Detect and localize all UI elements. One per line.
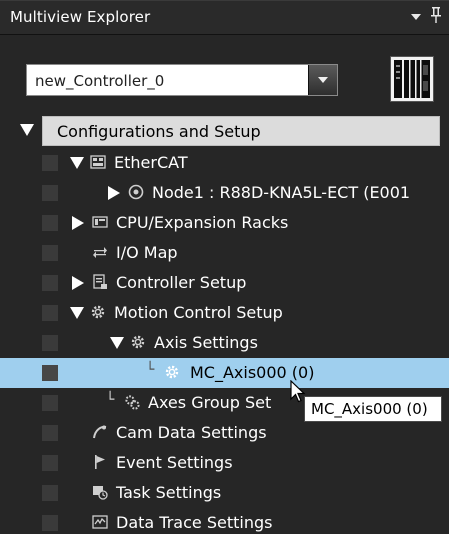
- tree-item-data-trace-settings[interactable]: Data Trace Settings: [0, 508, 449, 534]
- expand-arrow-icon[interactable]: [70, 307, 84, 319]
- tree-item-label: I/O Map: [116, 243, 178, 262]
- row-marker: [42, 215, 58, 231]
- expand-arrow-icon[interactable]: [20, 124, 34, 136]
- row-marker: [42, 335, 58, 351]
- expand-arrow-icon[interactable]: [70, 157, 84, 169]
- row-marker: [42, 455, 58, 471]
- row-marker: [42, 515, 58, 531]
- row-marker: [42, 305, 58, 321]
- tree-item-label: Event Settings: [116, 453, 233, 472]
- tree-item-label: Controller Setup: [116, 273, 247, 292]
- tree-item-motion-control-setup[interactable]: Motion Control Setup: [0, 298, 449, 328]
- dropdown-arrow-icon[interactable]: [411, 14, 421, 20]
- tree-root-configurations[interactable]: Configurations and Setup: [20, 116, 440, 146]
- combobox-dropdown-button[interactable]: [308, 65, 337, 95]
- tree-connector: └: [146, 362, 155, 378]
- tree-item-label: CPU/Expansion Racks: [116, 213, 289, 232]
- row-marker: [42, 155, 58, 171]
- row-marker: [42, 185, 58, 201]
- tree-item-task-settings[interactable]: Task Settings: [0, 478, 449, 508]
- axis-item-icon: [164, 364, 180, 380]
- tree-item-event-settings[interactable]: Event Settings: [0, 448, 449, 478]
- tooltip: MC_Axis000 (0): [304, 396, 442, 422]
- tree-root-header[interactable]: Configurations and Setup: [42, 116, 440, 146]
- axis-gear-icon: [130, 334, 146, 350]
- cam-icon: [92, 424, 108, 440]
- ethercat-icon: [90, 154, 106, 170]
- pin-icon[interactable]: [431, 7, 441, 23]
- row-marker: [42, 395, 58, 411]
- collapse-arrow-icon[interactable]: [108, 186, 120, 200]
- controller-combobox[interactable]: new_Controller_0: [26, 64, 338, 96]
- chevron-down-icon: [318, 77, 328, 83]
- axes-group-icon: [124, 394, 140, 410]
- row-marker: [42, 485, 58, 501]
- row-marker: [42, 275, 58, 291]
- tree-item-mc-axis000[interactable]: └ MC_Axis000 (0): [0, 358, 449, 388]
- controller-selector-row: new_Controller_0: [0, 34, 449, 104]
- controller-device-icon[interactable]: [390, 56, 434, 102]
- tree-item-axis-settings[interactable]: Axis Settings: [0, 328, 449, 358]
- motion-gear-icon: [90, 304, 106, 320]
- panel-title: Multiview Explorer: [10, 8, 151, 26]
- tooltip-text: MC_Axis000 (0): [311, 400, 428, 418]
- tree-item-cam-data-settings[interactable]: Cam Data Settings: [0, 418, 449, 448]
- flag-icon: [92, 454, 108, 470]
- tree-root-label: Configurations and Setup: [57, 122, 261, 141]
- tree-item-cpu-expansion-racks[interactable]: CPU/Expansion Racks: [0, 208, 449, 238]
- collapse-arrow-icon[interactable]: [72, 216, 84, 230]
- tree-item-label: Axis Settings: [154, 333, 258, 352]
- tree-item-label: Cam Data Settings: [116, 423, 267, 442]
- expand-arrow-icon[interactable]: [110, 337, 124, 349]
- tree-item-node1[interactable]: Node1 : R88D-KNA5L-ECT (E001: [0, 178, 449, 208]
- row-marker: [42, 425, 58, 441]
- node-icon: [128, 184, 144, 200]
- tree-item-label: Motion Control Setup: [114, 303, 283, 322]
- tree-item-ethercat[interactable]: EtherCAT: [0, 148, 449, 178]
- tree-item-label: EtherCAT: [114, 153, 188, 172]
- task-icon: [92, 484, 108, 500]
- mouse-cursor-icon: [290, 379, 306, 404]
- tree-item-label: Axes Group Set: [148, 393, 272, 412]
- controller-combobox-value: new_Controller_0: [35, 72, 165, 90]
- trace-icon: [92, 514, 108, 530]
- rack-icon: [92, 214, 108, 230]
- tree-item-label: Task Settings: [116, 483, 222, 502]
- controller-setup-icon: [92, 274, 108, 290]
- panel-titlebar: Multiview Explorer: [0, 0, 449, 35]
- tree-item-controller-setup[interactable]: Controller Setup: [0, 268, 449, 298]
- collapse-arrow-icon[interactable]: [72, 276, 84, 290]
- io-map-icon: [92, 244, 108, 260]
- row-marker: [42, 245, 58, 261]
- row-marker: [42, 365, 58, 381]
- multiview-explorer-panel: Multiview Explorer new_Controller_0 Conf…: [0, 0, 449, 534]
- tree-connector: └: [106, 392, 115, 408]
- tree-item-io-map[interactable]: I/O Map: [0, 238, 449, 268]
- tree-item-label: Data Trace Settings: [116, 513, 273, 532]
- tree-item-label: Node1 : R88D-KNA5L-ECT (E001: [152, 183, 411, 202]
